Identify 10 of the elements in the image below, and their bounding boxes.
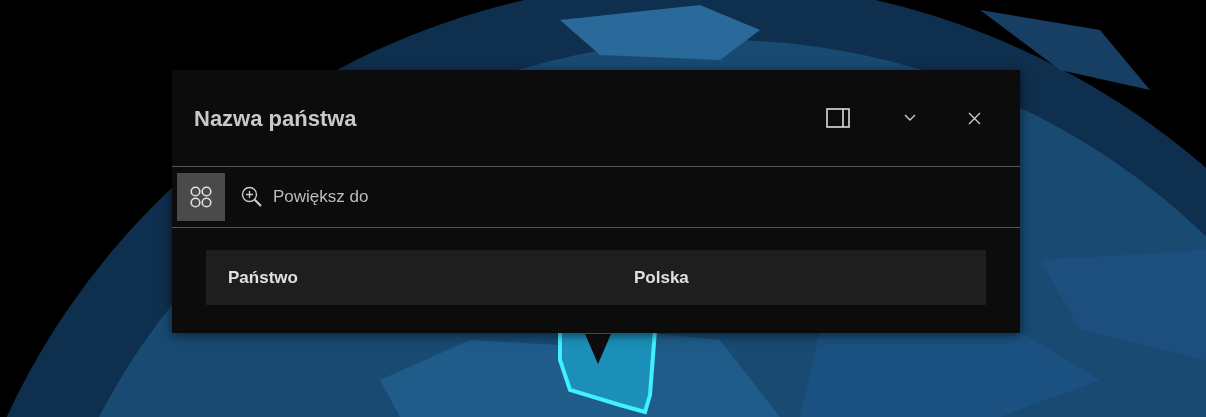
dock-icon xyxy=(826,108,850,128)
chevron-down-icon xyxy=(904,114,916,122)
actions-toggle[interactable] xyxy=(177,173,225,221)
close-icon xyxy=(967,111,981,125)
zoom-in-icon xyxy=(241,186,263,208)
field-label: Państwo xyxy=(228,266,299,289)
field-value: Polska xyxy=(634,266,689,289)
zoom-to-button[interactable]: Powiększ do xyxy=(233,184,377,210)
popup-title: Nazwa państwa xyxy=(194,104,358,133)
grid-icon xyxy=(190,186,212,208)
